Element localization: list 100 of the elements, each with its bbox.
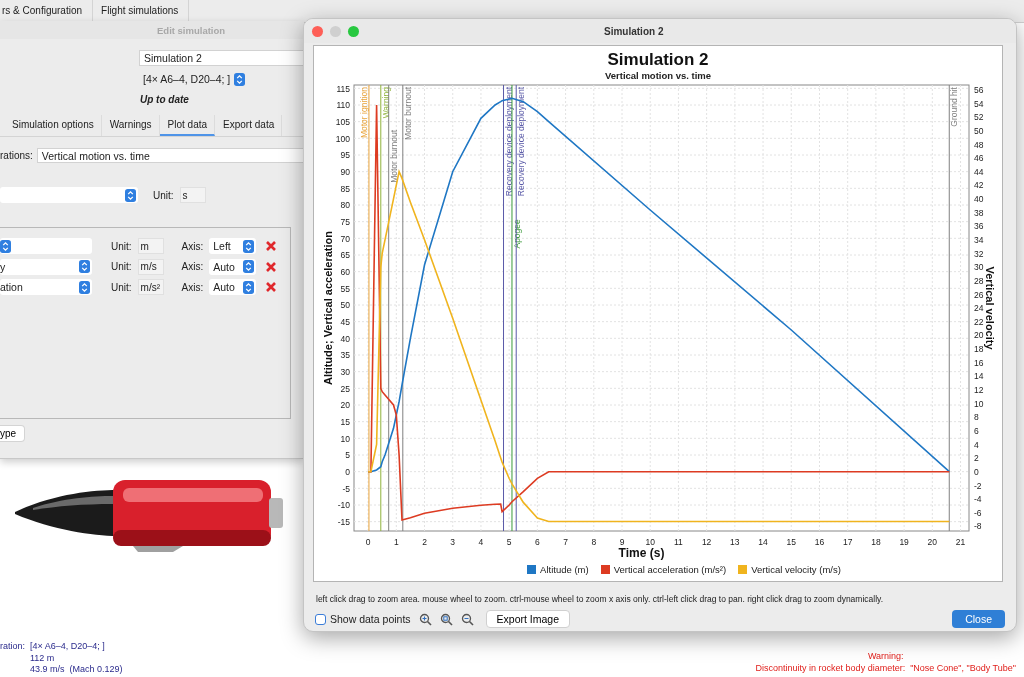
tick-label: 32 xyxy=(974,248,984,259)
legend-label: Vertical acceleration (m/s²) xyxy=(613,564,727,575)
delete-icon[interactable] xyxy=(266,241,277,251)
tick-label: 12 xyxy=(974,385,984,396)
show-data-points-checkbox[interactable]: Show data points xyxy=(315,613,411,625)
tick-label: 45 xyxy=(340,316,350,327)
tick-label: 115 xyxy=(336,83,350,94)
tick-label: 42 xyxy=(974,180,984,191)
tick-label: 16 xyxy=(814,537,825,547)
tick-label: 35 xyxy=(340,350,350,361)
tick-label: 14 xyxy=(974,371,984,382)
info-value: 43.9 m/s (Mach 0.129) xyxy=(30,664,123,676)
event-label: Ground hit xyxy=(949,87,960,127)
field-label: Axis: xyxy=(181,281,204,293)
tick-label: 8 xyxy=(591,537,597,547)
zoom-out-icon[interactable] xyxy=(460,612,474,626)
delete-icon[interactable] xyxy=(266,261,277,272)
tick-label: -2 xyxy=(974,480,982,491)
window-title: Edit simulation xyxy=(157,24,226,36)
tick-label: 85 xyxy=(340,183,350,194)
updown-arrow-icon xyxy=(79,260,90,273)
tick-label: 2 xyxy=(974,453,979,464)
legend-label: Vertical velocity (m/s) xyxy=(751,564,841,575)
tick-label: 20 xyxy=(927,537,938,547)
tick-label: 0 xyxy=(974,466,979,477)
tick-label: 6 xyxy=(974,425,979,436)
event-label: Warning xyxy=(380,87,391,119)
name-field[interactable]: Simulation 2 xyxy=(139,50,304,66)
tick-label: 48 xyxy=(974,139,984,150)
type-dropdown[interactable]: ation xyxy=(0,279,92,295)
warning-text: Discontinuity in rocket body diameter: "Nose Cone", "Body Tube" xyxy=(755,663,1016,673)
type-dropdown[interactable] xyxy=(0,238,92,254)
tick-label: 18 xyxy=(871,537,881,547)
tick-label: 15 xyxy=(340,416,350,427)
tick-label: -6 xyxy=(974,507,982,518)
tick-label: -8 xyxy=(974,521,982,532)
tick-label: 30 xyxy=(974,262,984,273)
unit-field[interactable]: m xyxy=(137,238,164,254)
unit-field[interactable]: m/s² xyxy=(137,279,164,295)
axis-title: Time (s) xyxy=(618,546,665,560)
field-label: Unit: xyxy=(111,281,132,293)
tick-label: 2 xyxy=(422,537,427,547)
tab[interactable]: Warnings xyxy=(101,115,160,136)
close-window-icon[interactable] xyxy=(312,25,323,37)
export-image-button[interactable]: Export Image xyxy=(485,610,570,628)
tick-label: 80 xyxy=(340,200,350,211)
tick-label: 8 xyxy=(974,412,979,423)
tab[interactable]: Simulation options xyxy=(4,115,102,136)
window-title: Simulation 2 xyxy=(604,25,664,37)
axis-dropdown[interactable]: Auto xyxy=(209,258,257,275)
tick-label: 54 xyxy=(974,98,984,109)
field-label: Unit: xyxy=(111,261,132,272)
axis-dropdown[interactable]: Auto xyxy=(209,279,257,295)
status-text: Up to date xyxy=(140,93,189,105)
tick-label: 12 xyxy=(701,537,712,547)
unit-field[interactable]: m/s xyxy=(137,258,164,275)
tab[interactable]: Export data xyxy=(215,115,283,136)
tick-label: 10 xyxy=(340,433,350,444)
tick-label: 28 xyxy=(974,275,984,286)
legend-label: Altitude (m) xyxy=(540,564,589,575)
magnifier-icon[interactable] xyxy=(439,612,453,626)
event-label: Motor burnout xyxy=(388,129,399,183)
tick-label: 36 xyxy=(974,221,984,232)
tick-label: 38 xyxy=(974,207,984,218)
domain-dropdown[interactable] xyxy=(0,187,138,203)
field-label: Axis: xyxy=(181,240,204,252)
chart-title: Simulation 2 xyxy=(607,50,709,70)
tick-label: 4 xyxy=(478,537,484,547)
tick-label: 95 xyxy=(340,150,350,161)
tick-label: 13 xyxy=(730,537,740,547)
type-dropdown[interactable]: y xyxy=(0,258,92,275)
configuration-dropdown[interactable]: [4× A6–4, D20–4; ] xyxy=(139,71,248,87)
updown-arrow-icon xyxy=(125,188,136,202)
delete-icon[interactable] xyxy=(266,282,277,292)
axis-title: Vertical velocity xyxy=(984,266,996,350)
tick-label: 50 xyxy=(974,125,984,136)
template-dropdown[interactable]: Vertical motion vs. time xyxy=(36,148,304,163)
dialog-button[interactable]: ype xyxy=(0,425,26,442)
event-label: Recovery device deployment xyxy=(503,87,514,197)
legend-swatch xyxy=(527,565,537,574)
tick-label: 15 xyxy=(786,537,796,547)
tick-label: 1 xyxy=(393,537,399,547)
tick-label: 10 xyxy=(645,537,655,547)
close-button[interactable]: Close xyxy=(952,610,1005,628)
tick-label: 5 xyxy=(345,450,350,461)
tab[interactable]: Plot data xyxy=(159,115,216,136)
tick-label: 10 xyxy=(974,398,984,409)
tick-label: 19 xyxy=(899,537,909,547)
event-label: Motor burnout xyxy=(402,87,413,140)
event-label: Recovery device deployment xyxy=(516,87,527,197)
tick-label: 65 xyxy=(340,250,350,261)
axis-dropdown[interactable]: Left xyxy=(209,238,257,254)
zoom-in-icon[interactable] xyxy=(418,612,432,626)
tick-label: 60 xyxy=(340,266,350,277)
tick-label: 20 xyxy=(340,400,350,411)
tick-label: 4 xyxy=(974,439,979,450)
tick-label: 52 xyxy=(974,112,984,123)
unit-field[interactable]: s xyxy=(179,187,206,203)
tick-label: 0 xyxy=(345,466,350,477)
tick-label: 5 xyxy=(506,537,512,547)
